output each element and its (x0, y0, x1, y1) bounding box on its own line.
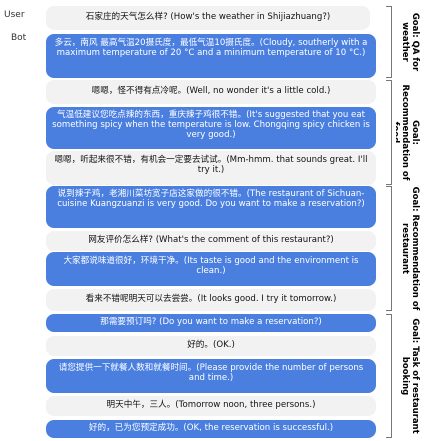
message-bubble: 网友评价怎么样? (What's the comment of this res… (46, 231, 376, 251)
speaker-bot-label: Bot (11, 33, 27, 43)
goal-label: Goal: QA for weather (400, 12, 420, 72)
message-bubble: 好的。(OK.) (46, 336, 376, 356)
message-bubble: 看来不错呢明天可以去尝尝。(It looks good. I try it to… (46, 289, 376, 311)
speaker-user-label: User (4, 10, 25, 20)
message-bubble: 那需要预订吗? (Do you want to make a reservati… (46, 314, 376, 332)
message-bubble: 嗯嗯，听起来很不错，有机会一定要去试试。(Mm-hmm. that sounds… (46, 151, 376, 185)
message-bubble: 明天中午，三人。(Tomorrow noon, three persons.) (46, 396, 376, 416)
message-bubble: 说到辣子鸡，老湘川菜坊宽子店这家做的很不错。(The restaurant of… (46, 186, 376, 228)
goal-bracket (386, 80, 392, 185)
message-bubble: 多云，南风 最高气温20摄氏度，最低气温10摄氏度。(Cloudy, south… (46, 34, 376, 78)
message-bubble: 好的，已为您预定成功。(OK, the reservation is succe… (46, 420, 376, 438)
goal-label: Goal: Task of restaurant booking (400, 318, 420, 434)
message-bubble: 大家都说味道很好，环境干净。(Its taste is good and the… (46, 252, 376, 286)
goal-bracket (386, 6, 392, 78)
message-bubble: 气温低建议您吃点辣的东西，重庆辣子鸡很不错。(It's suggested th… (46, 107, 376, 149)
message-bubble: 请您提供一下就餐人数和就餐时间。(Please provide the numb… (46, 359, 376, 393)
goal-label: Goal: Recommendation of restaurant (400, 186, 420, 311)
goal-bracket (386, 186, 392, 311)
goal-bracket (386, 314, 392, 438)
goal-label: Goal: Recommendation of food (396, 84, 420, 181)
message-bubble: 石家庄的天气怎么样? (How's the weather in Shijiaz… (46, 6, 370, 30)
message-bubble: 嗯嗯，怪不得有点冷呢。(Well, no wonder it's a littl… (46, 80, 376, 104)
